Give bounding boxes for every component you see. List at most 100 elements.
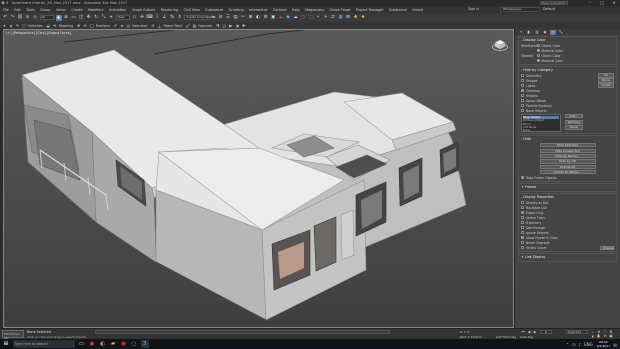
autodesk-apps-icon[interactable]: ✦ [315, 15, 321, 21]
freeze-header[interactable]: + Freeze [521, 185, 614, 190]
rotate-icon[interactable]: ↻ [93, 15, 99, 21]
see-through-checkbox[interactable] [521, 226, 524, 230]
shaded-button[interactable]: Shaded [600, 245, 614, 251]
viewport-layout-icon[interactable]: ▦ [338, 15, 344, 21]
workspace-dropdown[interactable]: Default [543, 7, 555, 11]
show-frozen-gray-checkbox[interactable] [521, 236, 524, 240]
ribbon-tab-selection[interactable]: Selection [28, 24, 43, 28]
select-manipulate-icon[interactable]: ✣ [139, 15, 145, 21]
window-crossing-icon[interactable]: ◫ [78, 15, 84, 21]
fill-icon[interactable]: ▨ [192, 23, 197, 28]
ring-icon[interactable]: ◯ [89, 23, 94, 28]
category-list-none-button[interactable]: None [565, 125, 583, 130]
space-warps-checkbox[interactable] [521, 99, 524, 102]
loop-icon[interactable]: ⟲ [52, 23, 57, 28]
paint-brush-icon[interactable]: 🖌 [185, 23, 190, 28]
file-explorer-icon[interactable]: ▰ [109, 340, 117, 348]
viewcube-icon[interactable] [492, 38, 508, 52]
task-view-icon[interactable]: ▭ [78, 340, 86, 348]
redo-icon[interactable]: ↷ [10, 15, 16, 21]
rect-selection-icon[interactable]: ▭ [71, 15, 77, 21]
maximize-viewport-icon[interactable]: ▣ [608, 334, 614, 338]
isolate-icon[interactable]: ◌ [300, 15, 306, 21]
shaded-material-color-radio[interactable] [537, 59, 540, 62]
named-selection-sets-dropdown[interactable]: Create Selection Se [184, 15, 215, 20]
windows-start-icon[interactable]: ⊞ [2, 340, 10, 348]
shape-icon[interactable]: ◒ [46, 23, 51, 28]
hierarchy-tab-icon[interactable]: ▥ [534, 30, 540, 35]
percent-snap-icon[interactable]: % [169, 15, 175, 21]
display-tab-icon[interactable]: ▭ [550, 29, 556, 35]
edges-only-checkbox[interactable] [521, 211, 524, 215]
cameras-checkbox[interactable] [521, 89, 524, 92]
rendered-frame-window-icon[interactable]: ▣ [270, 15, 276, 21]
ribbon-toggle-icon[interactable]: ▾ [2, 23, 7, 28]
media-icon[interactable]: ◌ [130, 340, 138, 348]
play-icon[interactable]: ▶ [532, 330, 538, 334]
selection-filter-dropdown[interactable]: All [39, 15, 54, 20]
conform-icon[interactable]: ≋ [119, 23, 124, 28]
undo-icon[interactable]: ↶ [2, 15, 8, 21]
menu-rendering[interactable]: Rendering [161, 8, 178, 12]
modify-tab-icon[interactable]: ◧ [526, 30, 532, 35]
menu-create[interactable]: Create [71, 8, 82, 12]
edit-icon[interactable]: ✎ [15, 23, 20, 28]
helpers-checkbox[interactable] [521, 94, 524, 97]
menu-edit[interactable]: Edit [14, 8, 21, 12]
ribbon-tab-modeling[interactable]: Modeling [59, 24, 74, 28]
chevron-up-icon[interactable]: ⌃ [566, 342, 569, 347]
menu-civil-view[interactable]: Civil View [183, 8, 199, 12]
menu-scripting[interactable]: Scripting [229, 8, 244, 12]
align-icon[interactable]: ⊟ [218, 15, 224, 21]
backface-cull-checkbox[interactable] [521, 206, 524, 210]
a360-render-icon[interactable]: ☁ [293, 15, 299, 21]
hide-by-name-button[interactable]: Hide by Name... [539, 153, 596, 159]
menu-group[interactable]: Group [40, 8, 50, 12]
menu-tools[interactable]: Tools [26, 8, 34, 12]
current-frame-field[interactable]: 0 [540, 330, 552, 334]
menu-file[interactable]: File [3, 8, 9, 12]
lights-checkbox[interactable] [521, 84, 524, 87]
menu-graph-editors[interactable]: Graph Editors [132, 8, 155, 12]
simulate-icon[interactable]: ▶ [228, 23, 233, 28]
render-setup-icon[interactable]: ⚙ [263, 15, 269, 21]
opera-icon[interactable]: ● [120, 340, 128, 348]
forest-pack-icon[interactable]: ♣ [353, 15, 359, 21]
bind-spacewarp-icon[interactable]: ◎ [32, 15, 38, 21]
railclone-icon[interactable]: ♠ [360, 15, 366, 21]
selected-dropdown[interactable]: Selected [566, 330, 588, 334]
building-model-render[interactable] [4, 30, 513, 327]
display-as-box-checkbox[interactable] [521, 201, 524, 205]
3dsmax-task-icon[interactable]: 3 [140, 340, 149, 348]
time-slider[interactable] [95, 330, 390, 334]
menu-views[interactable]: Views [56, 8, 66, 12]
geometry-icon[interactable]: ⬡ [22, 23, 27, 28]
perspective-viewport[interactable]: [+] [Perspective] [Clay] [Edged Faces] [3, 29, 514, 328]
move-icon[interactable]: ✥ [86, 15, 92, 21]
hide-header[interactable]: - Hide [521, 137, 614, 142]
unhide-all-button[interactable]: Unhide All [539, 164, 596, 169]
curve-editor-icon[interactable]: 〰 [240, 15, 246, 21]
link-icon[interactable]: ⛓ [17, 15, 23, 21]
language-indicator[interactable]: ENG [584, 342, 593, 347]
select-by-name-icon[interactable]: ≣ [63, 15, 69, 21]
vertex-colors-checkbox[interactable] [521, 246, 524, 250]
step-build-icon[interactable]: ▥ [126, 23, 131, 28]
firefox-icon[interactable]: ◐ [99, 340, 107, 348]
menu-customize[interactable]: Customize [205, 8, 223, 12]
paint-deform-icon[interactable]: ✐ [113, 23, 118, 28]
edit-selected-icon[interactable]: ✚ [241, 23, 246, 28]
wireframe-object-color-radio[interactable] [537, 44, 540, 47]
toggle-layer-explorer-icon[interactable]: ☰ [225, 15, 231, 21]
notifications-icon[interactable]: ▤ [613, 342, 617, 347]
unhide-by-name-button[interactable]: Unhide by Name... [539, 170, 596, 175]
toggle-ribbon-icon[interactable]: ▤ [233, 15, 239, 21]
trajectory-checkbox[interactable] [521, 221, 524, 225]
ribbon-tab-object-paint[interactable]: Object Paint [163, 24, 182, 28]
motion-tab-icon[interactable]: ◉ [542, 30, 548, 35]
shapes-checkbox[interactable] [521, 79, 524, 82]
viewport-label[interactable]: [+] [Perspective] [Clay] [Edged Faces] [6, 31, 71, 35]
keyboard-shortcut-icon[interactable]: ⌨ [147, 15, 154, 21]
hide-by-hit-button[interactable]: Hide by Hit [539, 159, 596, 164]
pivot-center-icon[interactable]: ◇ [132, 15, 138, 21]
